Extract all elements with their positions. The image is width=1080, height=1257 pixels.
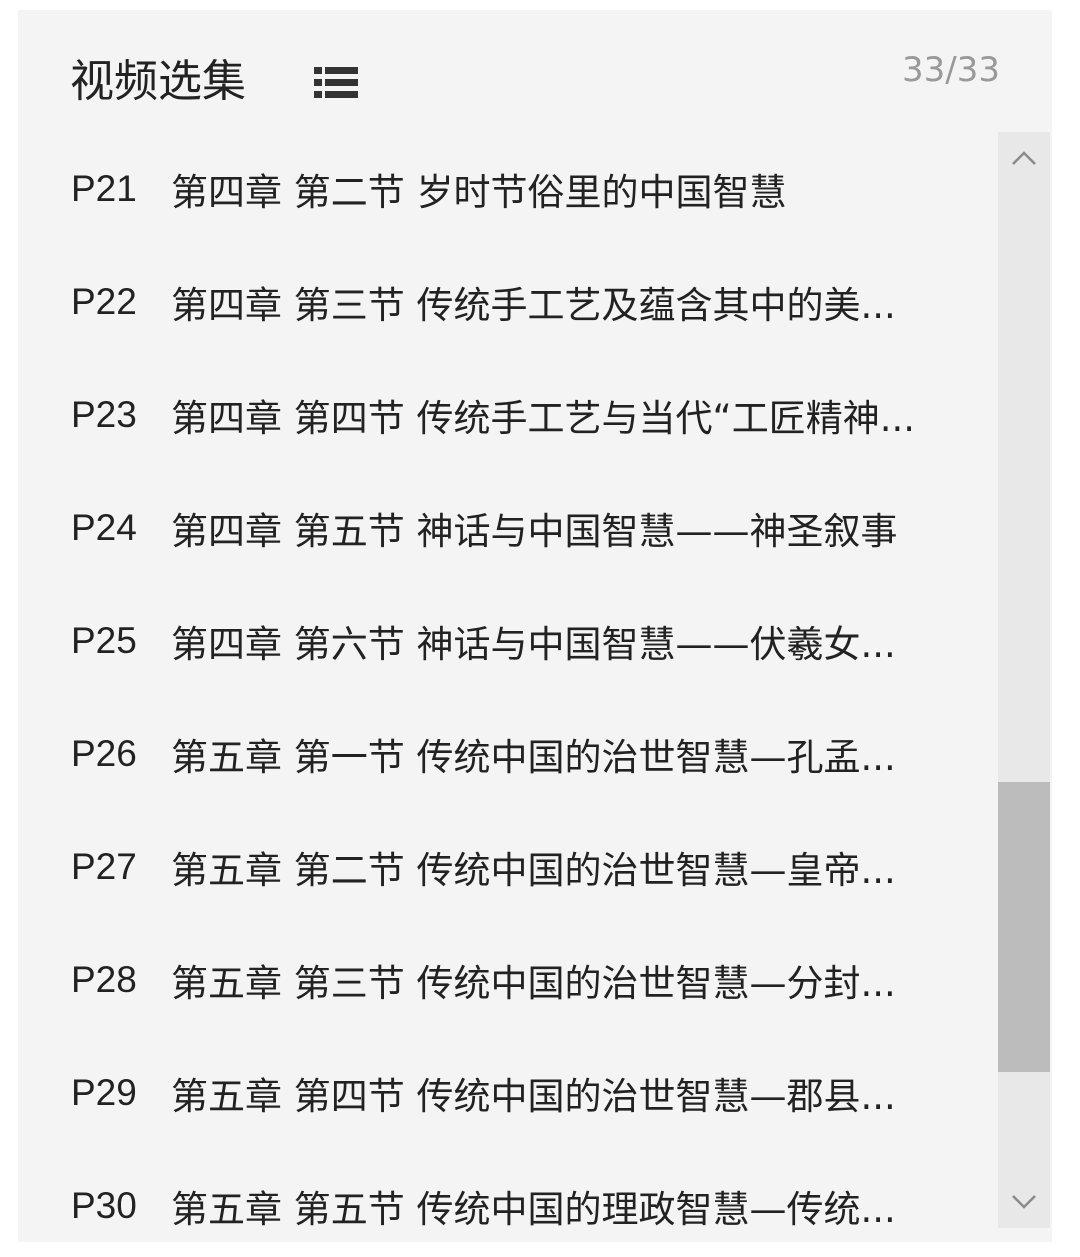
- episode-item-p25[interactable]: P25 第四章 第六节 神话与中国智慧——伏羲女...: [18, 584, 996, 697]
- panel-header: 视频选集 33/33: [18, 10, 1052, 132]
- episode-item-p26[interactable]: P26 第五章 第一节 传统中国的治世智慧—孔孟...: [18, 697, 996, 810]
- episode-item-p24[interactable]: P24 第四章 第五节 神话与中国智慧——神圣叙事: [18, 471, 996, 584]
- episode-number: P30: [71, 1184, 137, 1226]
- episode-number: P23: [71, 393, 137, 435]
- list-icon[interactable]: [314, 67, 358, 99]
- episode-list: P21 第四章 第二节 岁时节俗里的中国智慧 P22 第四章 第三节 传统手工艺…: [18, 132, 996, 1242]
- episode-item-p23[interactable]: P23 第四章 第四节 传统手工艺与当代“工匠精神...: [18, 358, 996, 471]
- chevron-down-icon-graphic: [1012, 1195, 1036, 1209]
- episode-counter: 33/33: [902, 50, 1000, 90]
- episode-item-p27[interactable]: P27 第五章 第二节 传统中国的治世智慧—皇帝...: [18, 810, 996, 923]
- list-icon-graphic: [314, 67, 358, 98]
- episode-item-p22[interactable]: P22 第四章 第三节 传统手工艺及蕴含其中的美...: [18, 245, 996, 358]
- chevron-up-icon[interactable]: [998, 132, 1050, 184]
- episode-number: P29: [71, 1071, 137, 1113]
- episode-item-p29[interactable]: P29 第五章 第四节 传统中国的治世智慧—郡县...: [18, 1036, 996, 1149]
- chevron-down-icon[interactable]: [998, 1176, 1050, 1228]
- episode-title: 第四章 第三节 传统手工艺及蕴含其中的美...: [171, 283, 896, 327]
- episode-title: 第五章 第三节 传统中国的治世智慧—分封...: [171, 961, 896, 1005]
- episode-title: 第五章 第一节 传统中国的治世智慧—孔孟...: [171, 735, 896, 779]
- episode-number: P25: [71, 619, 137, 661]
- episode-title: 第五章 第五节 传统中国的理政智慧—传统...: [171, 1187, 896, 1231]
- chevron-up-icon-graphic: [1012, 151, 1036, 165]
- episode-title: 第四章 第五节 神话与中国智慧——神圣叙事: [171, 509, 898, 553]
- episode-item-p30[interactable]: P30 第五章 第五节 传统中国的理政智慧—传统...: [18, 1149, 996, 1242]
- episode-title: 第四章 第四节 传统手工艺与当代“工匠精神...: [171, 396, 915, 440]
- episode-title: 第五章 第二节 传统中国的治世智慧—皇帝...: [171, 848, 896, 892]
- episode-number: P24: [71, 506, 137, 548]
- video-episodes-panel: 视频选集 33/33 P21 第四章 第二节 岁时节俗里的中国智慧 P22 第四…: [18, 10, 1052, 1242]
- episode-title: 第四章 第六节 神话与中国智慧——伏羲女...: [171, 622, 896, 666]
- panel-title: 视频选集: [70, 56, 246, 107]
- episode-number: P28: [71, 958, 137, 1000]
- episode-number: P26: [71, 732, 137, 774]
- scrollbar-thumb[interactable]: [998, 782, 1050, 1072]
- episode-number: P22: [71, 280, 137, 322]
- episode-title: 第四章 第二节 岁时节俗里的中国智慧: [171, 170, 787, 214]
- episode-item-p21[interactable]: P21 第四章 第二节 岁时节俗里的中国智慧: [18, 132, 996, 245]
- episode-number: P21: [71, 167, 137, 209]
- vertical-scrollbar[interactable]: [998, 132, 1050, 1228]
- episode-item-p28[interactable]: P28 第五章 第三节 传统中国的治世智慧—分封...: [18, 923, 996, 1036]
- episode-number: P27: [71, 845, 137, 887]
- episode-title: 第五章 第四节 传统中国的治世智慧—郡县...: [171, 1074, 896, 1118]
